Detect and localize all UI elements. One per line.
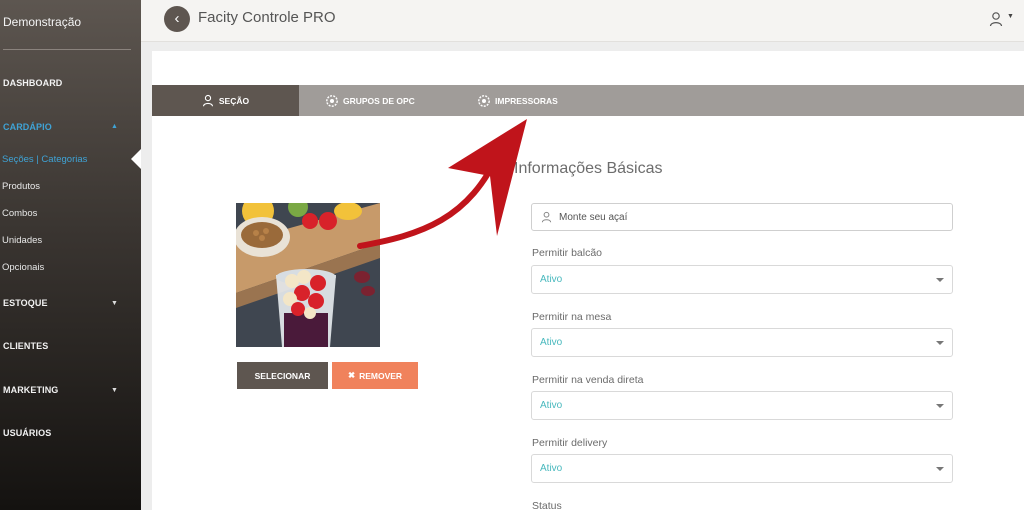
tab-bar: SEÇÃO GRUPOS DE OPC IMPRESSORAS: [152, 85, 1024, 116]
chevron-down-icon[interactable]: ▼: [111, 300, 118, 307]
sidebar-subitem-unidades[interactable]: Unidades: [2, 235, 42, 246]
section-image: [236, 203, 380, 347]
section-title: Informações Básicas: [514, 160, 663, 177]
sidebar-item-dashboard[interactable]: DASHBOARD: [3, 78, 62, 88]
select-permitir-delivery[interactable]: Ativo: [531, 454, 953, 483]
tab-label: IMPRESSORAS: [495, 95, 558, 106]
section-name-input[interactable]: [559, 208, 939, 226]
tab-grupos-de-opc[interactable]: GRUPOS DE OPC: [326, 85, 415, 116]
sidebar-divider: [3, 49, 131, 50]
dropdown-arrow-icon: [936, 404, 944, 408]
sidebar-item-usuarios[interactable]: USUÁRIOS: [3, 428, 51, 438]
select-permitir-na-venda-direta[interactable]: Ativo: [531, 391, 953, 420]
sidebar-subitem-secoes-categorias[interactable]: Seções | Categorias: [2, 154, 87, 165]
back-button[interactable]: ‹: [164, 6, 190, 32]
user-icon[interactable]: [989, 11, 1003, 27]
sidebar: Demonstração DASHBOARD CARDÁPIO ▲ Seções…: [0, 0, 141, 510]
sidebar-item-cardapio[interactable]: CARDÁPIO: [3, 122, 52, 132]
field-label-permitir-delivery: Permitir delivery: [532, 437, 608, 449]
sidebar-subitem-produtos[interactable]: Produtos: [2, 181, 40, 192]
field-label-status: Status: [532, 500, 562, 510]
tab-label: GRUPOS DE OPC: [343, 95, 415, 106]
tab-impressoras[interactable]: IMPRESSORAS: [478, 85, 558, 116]
select-value: Ativo: [540, 463, 563, 474]
sidebar-item-estoque[interactable]: ESTOQUE: [3, 298, 48, 308]
select-value: Ativo: [540, 274, 563, 285]
field-label-permitir-balcao: Permitir balcão: [532, 247, 603, 259]
dropdown-arrow-icon: [936, 341, 944, 345]
user-icon: [202, 94, 213, 107]
select-image-button[interactable]: SELECIONAR: [237, 362, 328, 389]
tab-label: SEÇÃO: [218, 95, 250, 106]
header: ‹ Facity Controle PRO ▼: [141, 0, 1024, 42]
field-label-permitir-na-venda-direta: Permitir na venda direta: [532, 374, 644, 386]
sidebar-subitem-combos[interactable]: Combos: [2, 208, 37, 219]
chevron-up-icon[interactable]: ▲: [111, 123, 118, 130]
user-icon: [541, 211, 552, 223]
chevron-down-icon[interactable]: ▼: [111, 387, 118, 394]
select-permitir-balcao[interactable]: Ativo: [531, 265, 953, 294]
select-value: Ativo: [540, 337, 563, 348]
dropdown-arrow-icon: [936, 278, 944, 282]
chevron-left-icon: ‹: [174, 10, 180, 27]
sidebar-item-clientes[interactable]: CLIENTES: [3, 341, 48, 351]
select-permitir-na-mesa[interactable]: Ativo: [531, 328, 953, 357]
field-label-permitir-na-mesa: Permitir na mesa: [532, 311, 612, 323]
tab-secao[interactable]: SEÇÃO: [152, 85, 299, 116]
sidebar-subitem-opcionais[interactable]: Opcionais: [2, 262, 44, 273]
user-menu-caret-icon[interactable]: ▼: [1007, 13, 1014, 20]
app-title: Facity Controle PRO: [198, 9, 336, 26]
remove-button-label: REMOVER: [359, 370, 403, 381]
active-item-indicator: [131, 149, 141, 169]
remove-image-button[interactable]: ✖ REMOVER: [332, 362, 418, 389]
select-value: Ativo: [540, 400, 563, 411]
close-icon: ✖: [347, 370, 356, 380]
gear-icon: [326, 94, 338, 107]
brand-name: Demonstração: [3, 15, 82, 29]
section-name-field[interactable]: [531, 203, 953, 231]
gear-icon: [478, 94, 490, 107]
sidebar-item-marketing[interactable]: MARKETING: [3, 385, 58, 395]
dropdown-arrow-icon: [936, 467, 944, 471]
